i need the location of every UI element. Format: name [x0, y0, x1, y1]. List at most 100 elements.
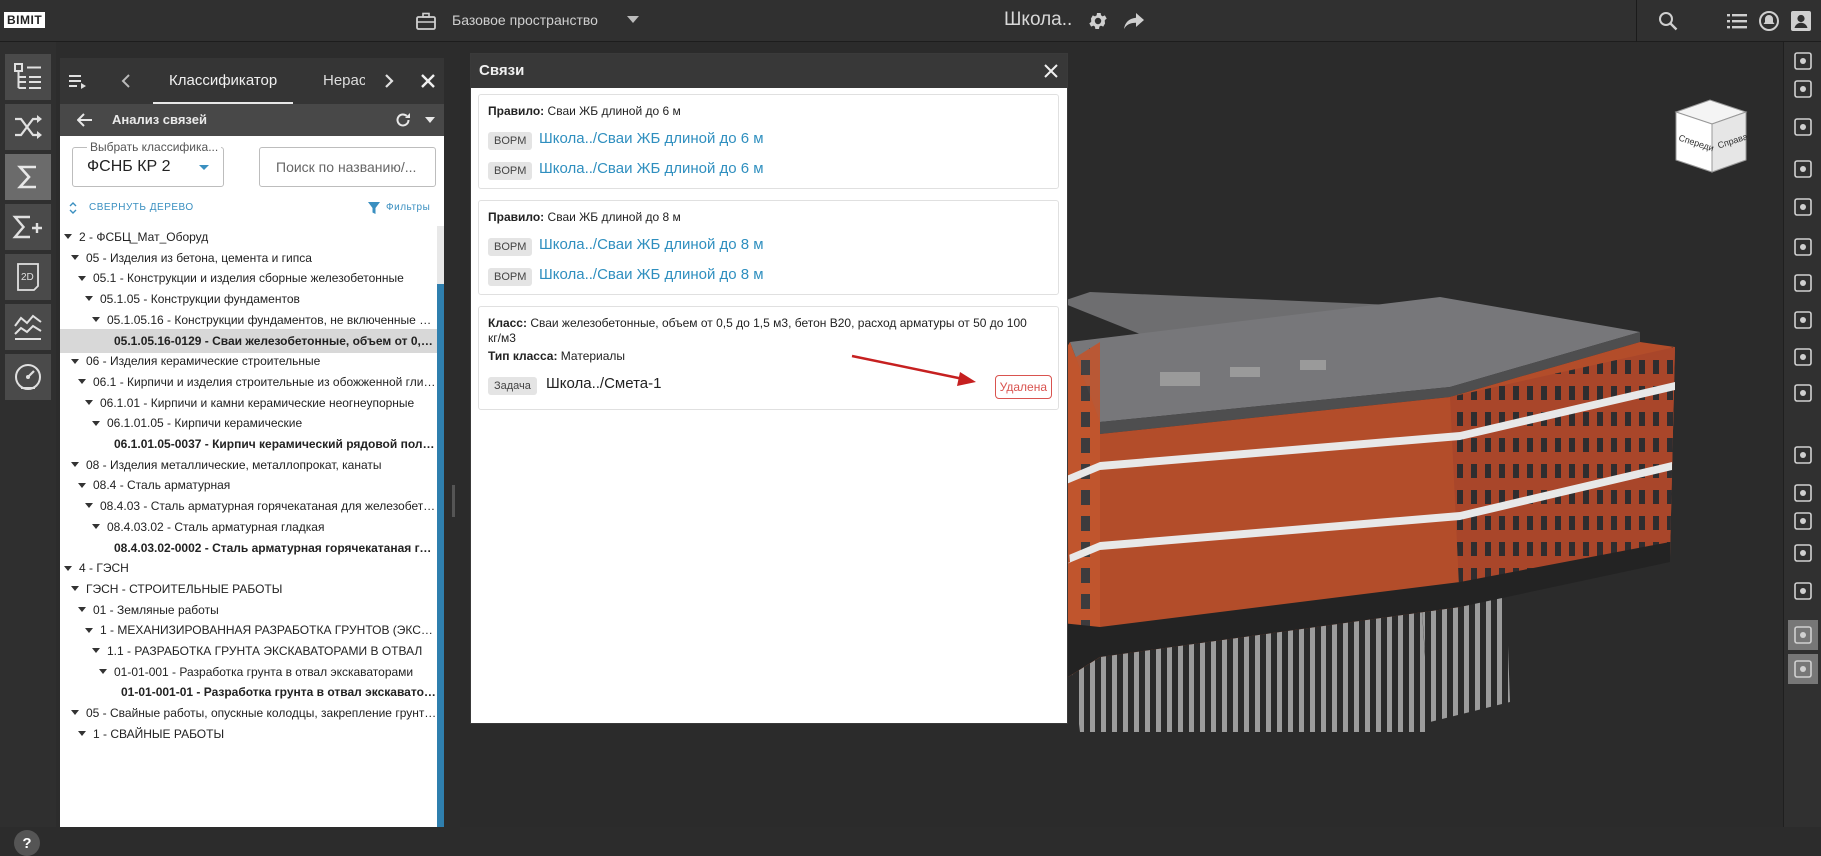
tree-scrollbar[interactable]: [437, 226, 444, 827]
rule-card: Правило: Сваи ЖБ длиной до 8 м BOPM Школ…: [478, 200, 1059, 295]
sigma-plus-icon[interactable]: [5, 204, 51, 250]
location-icon[interactable]: [1788, 305, 1818, 335]
left-toolbar: 2D ?: [0, 42, 56, 856]
section-plane-icon[interactable]: [1788, 192, 1818, 222]
caret-down-icon[interactable]: [64, 565, 72, 571]
caret-down-icon[interactable]: [424, 114, 436, 126]
ruler-icon[interactable]: [1788, 154, 1818, 184]
help-button[interactable]: ?: [14, 830, 40, 856]
filter-icon[interactable]: [368, 201, 380, 215]
collapse-tree-button[interactable]: СВЕРНУТЬ ДЕРЕВО: [89, 202, 194, 213]
sigma-icon[interactable]: [5, 154, 51, 200]
classifier-select[interactable]: Выбрать классифика... ФСНБ КР 2: [72, 140, 224, 187]
tree-node-label: 05 - Свайные работы, опускные колодцы, з…: [86, 706, 437, 721]
caret-down-icon[interactable]: [78, 731, 86, 737]
focus-icon[interactable]: [1788, 46, 1818, 76]
playlist-icon[interactable]: [68, 71, 88, 91]
tree-node-label: 05.1.05 - Конструкции фундаментов: [100, 292, 300, 307]
panel-subheader: Анализ связей: [60, 104, 444, 136]
grid-cross-icon[interactable]: [1788, 440, 1818, 470]
solid-view-icon[interactable]: [1788, 620, 1818, 650]
arrow-left-icon[interactable]: [76, 111, 94, 129]
annotation-arrow: [851, 354, 976, 386]
relation-link[interactable]: Школа../Сваи ЖБ длиной до 6 м: [539, 160, 764, 177]
caret-down-icon[interactable]: [64, 234, 72, 240]
tree-toolbar: СВЕРНУТЬ ДЕРЕВО Фильтры: [60, 198, 444, 218]
xray-view-icon[interactable]: [1788, 654, 1818, 684]
eye-off-icon[interactable]: [1788, 538, 1818, 568]
caret-down-icon[interactable]: [78, 275, 86, 281]
flag-icon[interactable]: [1788, 342, 1818, 372]
view-cube[interactable]: Спереди Справа: [1670, 98, 1749, 176]
floor-plan-icon[interactable]: [1788, 268, 1818, 298]
search-placeholder: Поиск по названию/...: [276, 159, 417, 175]
chevron-right-icon[interactable]: [379, 71, 399, 91]
eye-icon[interactable]: [1788, 506, 1818, 536]
task-badge: Задача: [488, 377, 537, 395]
caret-down-icon[interactable]: [85, 627, 93, 633]
relation-link[interactable]: Школа../Сваи ЖБ длиной до 8 м: [539, 266, 764, 283]
caret-down-icon[interactable]: [71, 462, 79, 468]
caret-down-icon[interactable]: [78, 606, 86, 612]
tree-node-label: 08.4 - Сталь арматурная: [93, 478, 231, 493]
caret-down-icon[interactable]: [92, 648, 100, 654]
briefcase-icon[interactable]: [414, 9, 438, 33]
share-icon[interactable]: [1122, 9, 1146, 33]
caret-down-icon[interactable]: [78, 482, 86, 488]
caret-down-icon[interactable]: [71, 586, 79, 592]
tree-scrollbar-thumb[interactable]: [437, 284, 444, 827]
tab-unassigned[interactable]: Нерас: [323, 58, 365, 104]
status-badge: Удалена: [994, 375, 1052, 399]
shuffle-icon[interactable]: [5, 104, 51, 150]
select-box-icon[interactable]: [1788, 112, 1818, 142]
panel-tabs: Классификатор Нерас: [60, 58, 444, 104]
search-input[interactable]: Поиск по названию/...: [259, 147, 436, 187]
cube-outline-icon[interactable]: [1788, 478, 1818, 508]
unfold-less-icon[interactable]: [68, 201, 78, 215]
filters-button[interactable]: Фильтры: [386, 202, 430, 213]
caret-down-icon[interactable]: [71, 255, 79, 261]
close-icon[interactable]: [418, 71, 438, 91]
notifications-icon[interactable]: [1757, 9, 1781, 33]
user-icon[interactable]: [1789, 9, 1813, 33]
gauge-icon[interactable]: [5, 354, 51, 400]
caret-down-icon[interactable]: [92, 420, 100, 426]
drawing-2d-icon[interactable]: 2D: [5, 254, 51, 300]
caret-down-icon[interactable]: [71, 710, 79, 716]
stats-icon[interactable]: [1788, 378, 1818, 408]
caret-down-icon[interactable]: [85, 399, 93, 405]
cloud-upload-icon[interactable]: [1788, 74, 1818, 104]
chevron-down-icon[interactable]: [627, 16, 639, 23]
caret-down-icon[interactable]: [92, 317, 100, 323]
caret-down-icon[interactable]: [71, 358, 79, 364]
tree-node[interactable]: 1 - СВАЙНЫЕ РАБОТЫ: [60, 722, 437, 746]
chart-lines-icon[interactable]: [5, 304, 51, 350]
caret-down-icon[interactable]: [85, 503, 93, 509]
tree-structure-icon[interactable]: [5, 54, 51, 100]
tree-node-label: 2 - ФСБЦ_Мат_Оборуд: [79, 230, 209, 244]
panel-resize-handle[interactable]: [452, 485, 455, 517]
caret-down-icon[interactable]: [92, 524, 100, 530]
caret-down-icon[interactable]: [78, 379, 86, 385]
tree-node-label: 08.4.03 - Сталь арматурная горячекатаная…: [100, 499, 437, 514]
class-type-line: Тип класса: Материалы: [488, 349, 625, 363]
close-icon[interactable]: [1041, 61, 1061, 81]
hide-box-icon[interactable]: [1788, 576, 1818, 606]
search-icon[interactable]: [1656, 9, 1680, 33]
section-box-icon[interactable]: [1788, 232, 1818, 262]
relation-link[interactable]: Школа../Сваи ЖБ длиной до 6 м: [539, 130, 764, 147]
relation-link[interactable]: Школа../Сваи ЖБ длиной до 8 м: [539, 236, 764, 253]
classifier-select-value: ФСНБ КР 2: [87, 158, 171, 175]
right-toolbar: [1783, 42, 1821, 827]
classifier-panel: Классификатор Нерас Анализ связей Выбрат…: [60, 58, 444, 827]
chevron-left-icon[interactable]: [116, 71, 136, 91]
class-line: Класс: Сваи железобетонные, объем от 0,5…: [488, 316, 1053, 346]
caret-down-icon[interactable]: [85, 296, 93, 302]
list-icon[interactable]: [1725, 9, 1749, 33]
gear-icon[interactable]: [1086, 9, 1110, 33]
caret-down-icon[interactable]: [99, 669, 107, 675]
refresh-icon[interactable]: [394, 111, 412, 129]
tab-classifier[interactable]: Классификатор: [153, 58, 294, 104]
space-selector[interactable]: Базовое пространство: [452, 12, 598, 28]
tree-node-label: 06.1.01 - Кирпичи и камни керамические н…: [100, 395, 415, 410]
